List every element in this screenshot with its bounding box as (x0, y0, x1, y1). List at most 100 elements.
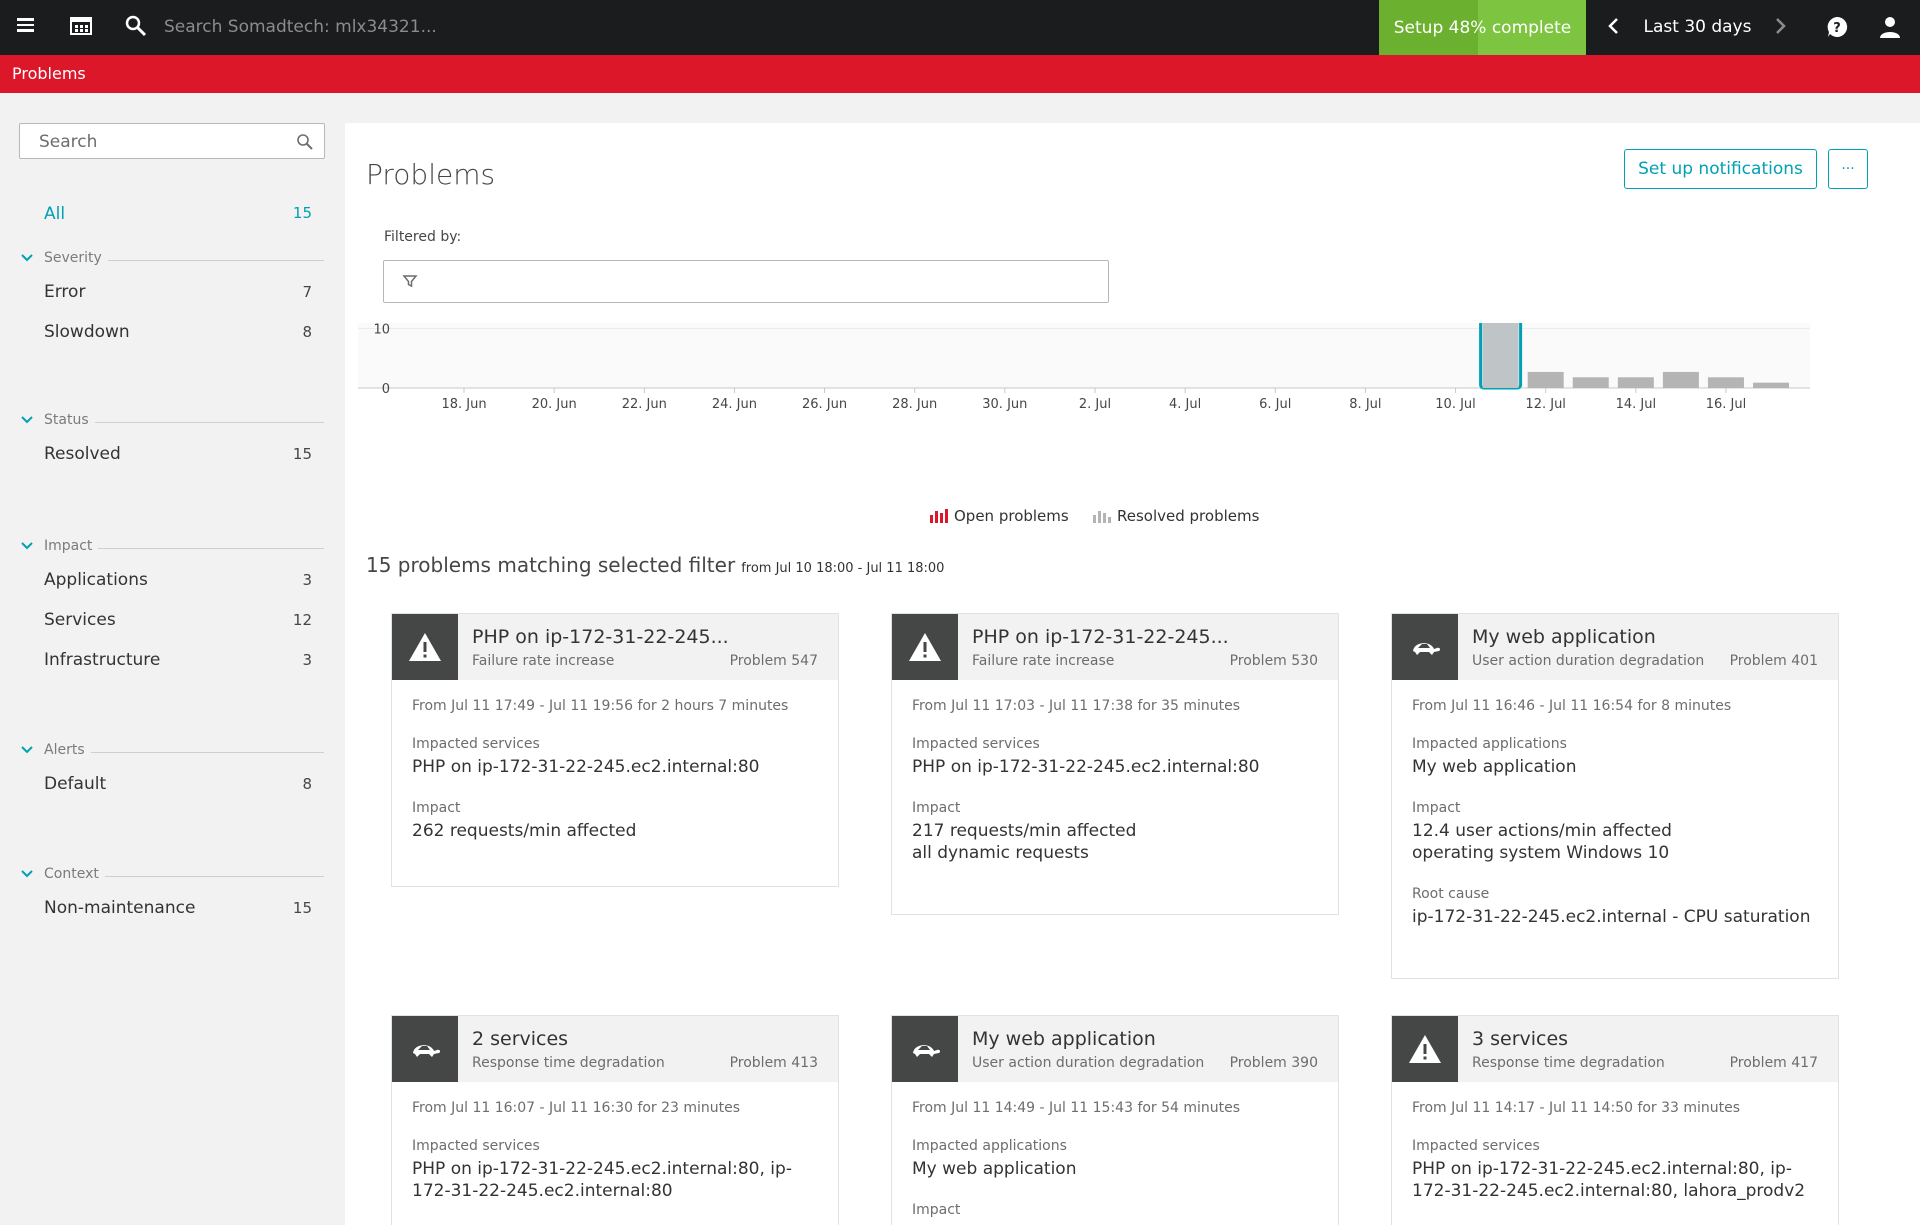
legend-resolved-problems[interactable]: Resolved problems (1093, 507, 1259, 525)
sidebar-item-count: 3 (302, 571, 312, 589)
sidebar-item-slowdown[interactable]: Slowdown 8 (44, 322, 312, 342)
legend-open-problems[interactable]: Open problems (930, 507, 1069, 525)
problem-card-body: From Jul 11 17:49 - Jul 11 19:56 for 2 h… (392, 680, 838, 862)
problem-card-header: My web application User action duration d… (1392, 614, 1838, 680)
detail-label: Impact (912, 1202, 961, 1218)
problem-time-range: From Jul 11 17:49 - Jul 11 19:56 for 2 h… (412, 698, 789, 714)
bar-resolved[interactable] (1572, 377, 1609, 388)
top-bar: Search Somadtech: mlx34321... Setup 48% … (0, 0, 1920, 55)
filter-input[interactable] (383, 260, 1109, 303)
bar-resolved[interactable] (1707, 377, 1744, 388)
problem-card[interactable]: My web application User action duration d… (1391, 613, 1839, 979)
sidebar-item-error[interactable]: Error 7 (44, 282, 312, 302)
detail-label: Impact (412, 800, 461, 816)
problem-title[interactable]: PHP on ip-172-31-22-245... (472, 626, 742, 648)
bar-resolved[interactable] (1662, 371, 1699, 388)
filtered-by-label: Filtered by: (384, 229, 462, 245)
search-icon[interactable] (124, 14, 148, 38)
problem-card[interactable]: PHP on ip-172-31-22-245... Failure rate i… (391, 613, 839, 887)
problem-title[interactable]: My web application (972, 1028, 1242, 1050)
bar-resolved[interactable] (1617, 377, 1654, 388)
problem-detail-section: Impact 217 requests/min affected all dynam… (912, 800, 1318, 864)
x-tick-label: 18. Jun (441, 397, 486, 412)
detail-label: Impacted applications (1412, 736, 1567, 752)
problems-chart: 0102018. Jun20. Jun22. Jun24. Jun26. Jun… (358, 323, 1810, 412)
problem-type: Failure rate increase (972, 653, 1115, 669)
bar-resolved[interactable] (1527, 371, 1564, 388)
problem-card[interactable]: My web application User action duration d… (891, 1015, 1339, 1225)
filter-group-context[interactable]: Context (20, 866, 324, 886)
problem-card[interactable]: 3 services Response time degradation Probl… (1391, 1015, 1839, 1225)
help-icon[interactable]: ? (1825, 15, 1849, 39)
setup-progress-label: Setup 48% complete (1393, 17, 1572, 38)
open-problems-bars-icon (930, 509, 948, 523)
x-tick-label: 20. Jun (532, 397, 577, 412)
setup-notifications-button[interactable]: Set up notifications (1624, 149, 1817, 189)
filter-group-impact[interactable]: Impact (20, 538, 324, 558)
problem-time-range: From Jul 11 14:49 - Jul 11 15:43 for 54 … (912, 1100, 1241, 1116)
detail-label: Impacted applications (912, 1138, 1067, 1154)
sidebar-search-input[interactable]: Search (19, 123, 325, 159)
svg-text:?: ? (1833, 21, 1841, 36)
problem-type: User action duration degradation (1472, 653, 1705, 669)
timeframe-selector[interactable]: Last 30 days (1640, 17, 1755, 37)
turtle-icon (1413, 643, 1441, 655)
page-title: Problems (366, 158, 496, 191)
filter-group-status[interactable]: Status (20, 412, 324, 432)
severity-icon-box (392, 1016, 458, 1082)
detail-value: all dynamic requests (912, 843, 1089, 863)
sidebar-item-all[interactable]: All 15 (44, 204, 312, 224)
filter-group-alerts[interactable]: Alerts (20, 742, 324, 762)
problem-detail-section: Impact (912, 1202, 1318, 1218)
global-search-input[interactable]: Search Somadtech: mlx34321... (164, 17, 524, 37)
sidebar-item-resolved[interactable]: Resolved 15 (44, 444, 312, 464)
chevron-right-icon[interactable] (1770, 12, 1790, 42)
sidebar-item-non-maintenance[interactable]: Non-maintenance 15 (44, 898, 312, 918)
legend-label: Open problems (954, 507, 1069, 525)
sidebar-item-infrastructure[interactable]: Infrastructure 3 (44, 650, 312, 670)
chevron-down-icon (21, 542, 33, 550)
problem-title[interactable]: My web application (1472, 626, 1742, 648)
menu-icon[interactable] (14, 15, 38, 39)
problem-card[interactable]: PHP on ip-172-31-22-245... Failure rate i… (891, 613, 1339, 915)
problem-number: Problem 530 (1229, 653, 1318, 669)
bar-resolved[interactable] (1482, 323, 1519, 388)
bar-resolved[interactable] (1753, 382, 1790, 388)
x-tick-label: 22. Jun (622, 397, 667, 412)
problem-title[interactable]: 3 services (1472, 1028, 1742, 1050)
detail-label: Impact (1412, 800, 1461, 816)
problem-detail-section: Impacted services PHP on ip-172-31-22-245… (412, 1138, 818, 1202)
more-options-button[interactable]: ··· (1828, 149, 1868, 189)
sidebar-item-services[interactable]: Services 12 (44, 610, 312, 630)
detail-label: Impact (912, 800, 961, 816)
chevron-down-icon (21, 746, 33, 754)
severity-icon-box (1392, 1016, 1458, 1082)
problem-card[interactable]: 2 services Response time degradation Probl… (391, 1015, 839, 1225)
filter-group-title: Impact (44, 538, 99, 554)
problem-title[interactable]: 2 services (472, 1028, 742, 1050)
problem-type: User action duration degradation (972, 1055, 1205, 1071)
problem-number: Problem 417 (1729, 1055, 1818, 1071)
warning-icon (409, 633, 441, 661)
setup-progress-button[interactable]: Setup 48% complete (1379, 0, 1586, 55)
breadcrumb[interactable]: Problems (12, 64, 86, 83)
problem-title[interactable]: PHP on ip-172-31-22-245... (972, 626, 1242, 648)
sidebar-item-default[interactable]: Default 8 (44, 774, 312, 794)
x-tick-label: 10. Jul (1435, 397, 1476, 412)
problem-time-range: From Jul 11 16:07 - Jul 11 16:30 for 23 … (412, 1100, 741, 1116)
detail-label: Impacted services (912, 736, 1040, 752)
sidebar-item-count: 3 (302, 651, 312, 669)
problem-card-body: From Jul 11 16:46 - Jul 11 16:54 for 8 m… (1392, 680, 1838, 948)
sidebar-item-count: 8 (302, 323, 312, 341)
turtle-icon (413, 1045, 441, 1057)
filter-group-severity[interactable]: Severity (20, 250, 324, 270)
filter-group-title: Alerts (44, 742, 91, 758)
chevron-left-icon[interactable] (1604, 12, 1624, 42)
dashboard-icon[interactable] (70, 16, 92, 36)
sidebar-item-label: All (44, 204, 66, 224)
sidebar-item-applications[interactable]: Applications 3 (44, 570, 312, 590)
problem-number: Problem 401 (1729, 653, 1818, 669)
x-tick-label: 24. Jun (712, 397, 757, 412)
user-icon[interactable] (1879, 15, 1901, 39)
severity-icon-box (1392, 614, 1458, 680)
